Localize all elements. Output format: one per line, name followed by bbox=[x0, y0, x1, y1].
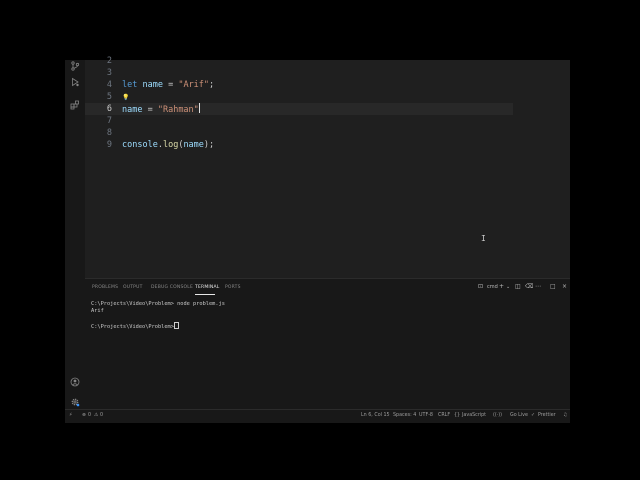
language-mode[interactable]: JavaScript bbox=[462, 413, 486, 418]
code-line[interactable]: 6 name = "Rahman" bbox=[85, 103, 513, 115]
remote-indicator-icon[interactable]: ⚡ bbox=[69, 413, 72, 418]
line-number: 9 bbox=[106, 140, 112, 150]
terminal-name[interactable]: cmd bbox=[487, 284, 498, 290]
code-line[interactable]: 5 💡 bbox=[85, 91, 570, 103]
braces-icon: {} bbox=[454, 413, 461, 418]
code-token: = bbox=[162, 80, 179, 90]
code-token: ; bbox=[209, 80, 215, 90]
tab-ports[interactable]: PORTS bbox=[225, 285, 241, 290]
extensions-icon[interactable] bbox=[69, 99, 81, 111]
code-line[interactable]: 3 bbox=[85, 67, 570, 79]
code-token: name bbox=[122, 105, 143, 115]
line-number: 8 bbox=[106, 128, 112, 138]
close-panel-icon[interactable]: × bbox=[562, 283, 567, 290]
code-token: "Arif" bbox=[178, 80, 210, 90]
terminal-line-text: Arif bbox=[91, 308, 104, 314]
chevron-down-icon[interactable]: ⌄ bbox=[506, 284, 510, 290]
code-line[interactable]: 8 bbox=[85, 127, 570, 139]
tab-terminal[interactable]: TERMINAL bbox=[195, 285, 219, 290]
more-actions-icon[interactable]: ⋯ bbox=[535, 283, 541, 290]
line-ending[interactable]: CRLF bbox=[438, 413, 450, 418]
check-icon: ✓ bbox=[531, 413, 536, 418]
tab-problems[interactable]: PROBLEMS bbox=[92, 285, 118, 290]
code-token: console bbox=[122, 140, 158, 150]
text-cursor-icon: I bbox=[481, 234, 486, 243]
code-token: name bbox=[142, 80, 163, 90]
terminal-line: C:\Projects\Video\Problem> node problem.… bbox=[91, 301, 225, 307]
settings-gear-icon[interactable] bbox=[69, 396, 81, 408]
prettier-button[interactable]: Prettier bbox=[538, 413, 556, 418]
go-live-button[interactable]: Go Live bbox=[510, 413, 528, 418]
line-number: 3 bbox=[106, 68, 112, 78]
text-caret bbox=[198, 103, 200, 113]
split-terminal-icon[interactable]: ◫ bbox=[515, 283, 521, 290]
code-line[interactable]: 4 let name = "Arif"; bbox=[85, 79, 570, 91]
encoding[interactable]: UTF-8 bbox=[419, 413, 433, 418]
line-number: 2 bbox=[106, 56, 112, 66]
terminal-cursor bbox=[173, 322, 179, 329]
line-number: 4 bbox=[106, 80, 112, 90]
code-token: name bbox=[183, 140, 204, 150]
terminal-line-text: C:\Projects\Video\Problem> node problem.… bbox=[91, 301, 225, 307]
terminal-icon: ⊡ bbox=[478, 283, 484, 290]
code-token: = bbox=[142, 105, 158, 115]
status-bar: ⚡ ⊗ 0 ⚠ 0 Ln 6, Col 15 Spaces: 4 UTF-8 C… bbox=[65, 409, 570, 423]
terminal-line: C:\Projects\Video\Problem> bbox=[91, 322, 179, 330]
code-token: log bbox=[162, 140, 179, 150]
line-number: 7 bbox=[106, 116, 112, 126]
indentation[interactable]: Spaces: 4 bbox=[393, 413, 416, 418]
warnings-count: 0 bbox=[100, 413, 104, 418]
code-line[interactable]: 2 bbox=[85, 55, 570, 67]
line-number: 5 bbox=[106, 92, 112, 102]
code-editor[interactable]: 2 3 4 let name = "Arif"; 5 💡 6 name = "Rahman" 7… bbox=[85, 56, 570, 278]
notifications-bell-icon[interactable]: ♫ bbox=[563, 413, 567, 418]
terminal-line: Arif bbox=[91, 308, 104, 314]
code-text: let name = "Arif"; bbox=[122, 79, 214, 91]
code-line[interactable]: 9 console.log(name); bbox=[85, 139, 570, 151]
maximize-panel-icon[interactable]: □ bbox=[550, 283, 556, 290]
code-text: console.log(name); bbox=[122, 139, 214, 151]
code-token: let bbox=[122, 80, 138, 90]
errors-icon[interactable]: ⊗ bbox=[82, 413, 86, 418]
trash-icon[interactable]: ⌫ bbox=[525, 283, 533, 290]
line-number: 6 bbox=[106, 104, 112, 114]
broadcast-icon: ((·)) bbox=[493, 413, 503, 418]
bottom-panel: PROBLEMS OUTPUT DEBUG CONSOLE TERMINAL PORTS… bbox=[85, 278, 570, 410]
tab-debug-console[interactable]: DEBUG CONSOLE bbox=[151, 285, 193, 290]
code-line[interactable]: 7 bbox=[85, 115, 570, 127]
warnings-icon[interactable]: ⚠ bbox=[94, 413, 98, 418]
new-terminal-icon[interactable]: + bbox=[499, 283, 504, 290]
source-control-icon[interactable] bbox=[69, 60, 81, 72]
vscode-window: 2 3 4 let name = "Arif"; 5 💡 6 name = "Rahman" 7… bbox=[65, 56, 570, 423]
code-token: ); bbox=[203, 140, 215, 150]
active-tab-indicator bbox=[195, 294, 215, 295]
tab-output[interactable]: OUTPUT bbox=[123, 285, 143, 290]
run-debug-icon[interactable] bbox=[69, 76, 81, 88]
lightbulb-icon[interactable]: 💡 bbox=[122, 94, 129, 101]
activity-bar bbox=[65, 60, 85, 409]
account-icon[interactable] bbox=[69, 376, 81, 388]
terminal-line-text: C:\Projects\Video\Problem> bbox=[91, 324, 174, 330]
errors-count: 0 bbox=[88, 413, 92, 418]
code-token: "Rahman" bbox=[157, 105, 199, 115]
cursor-position[interactable]: Ln 6, Col 15 bbox=[361, 413, 390, 418]
